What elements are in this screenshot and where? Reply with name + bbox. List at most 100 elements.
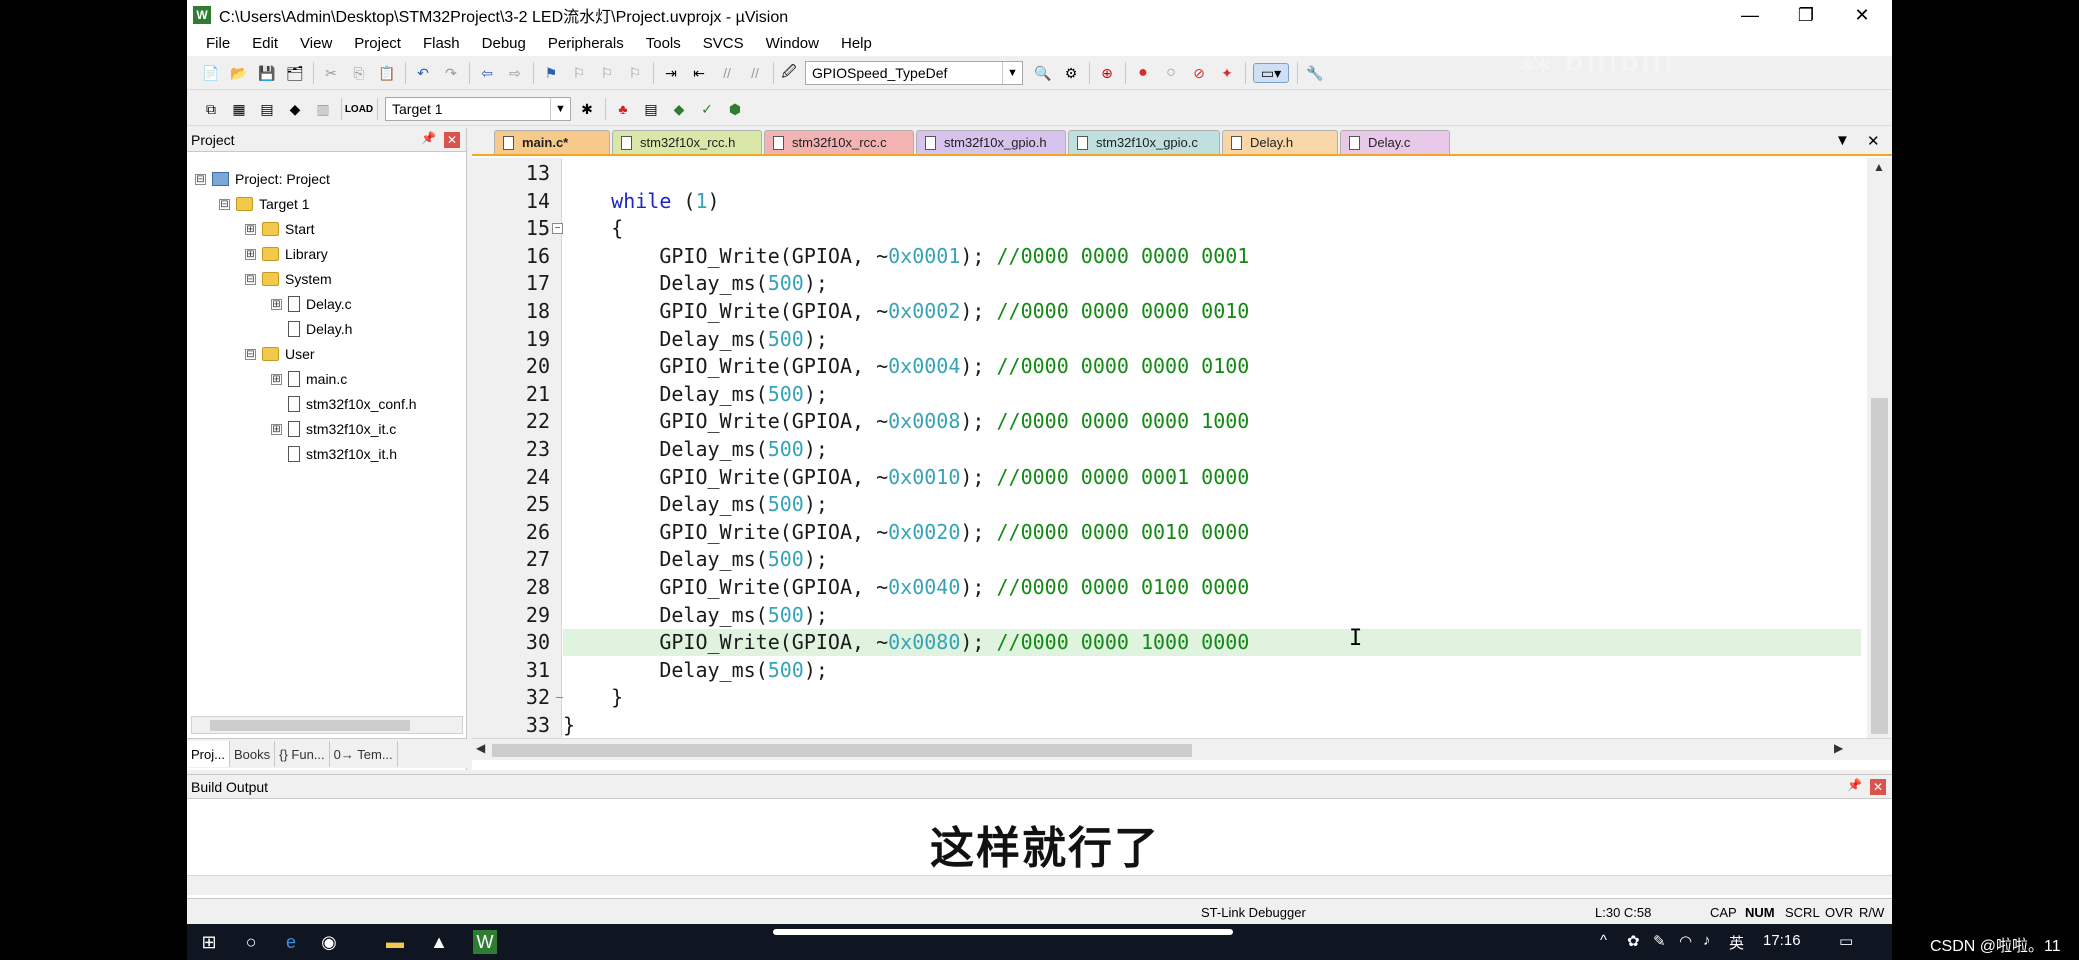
menu-project[interactable]: Project bbox=[343, 35, 412, 52]
code-area[interactable]: while (1) { GPIO_Write(GPIOA, ~0x0001); … bbox=[563, 158, 1861, 752]
file-tab[interactable]: stm32f10x_rcc.c bbox=[764, 130, 914, 154]
window-layout-icon[interactable]: ▭▾ bbox=[1253, 63, 1289, 83]
code-line[interactable]: Delay_ms(500); bbox=[563, 436, 1861, 463]
tree-item[interactable]: ⊟ System bbox=[245, 268, 332, 290]
code-line[interactable]: GPIO_Write(GPIOA, ~0x0004); //0000 0000 … bbox=[563, 353, 1861, 380]
uncomment-icon[interactable]: // bbox=[745, 63, 765, 83]
scroll-right-icon[interactable]: ▶ bbox=[1834, 741, 1843, 755]
wrench-icon[interactable]: 🔧 bbox=[1305, 63, 1325, 83]
code-line[interactable]: Delay_ms(500); bbox=[563, 602, 1861, 629]
menu-window[interactable]: Window bbox=[755, 35, 830, 52]
download-icon[interactable]: LOAD bbox=[345, 99, 373, 119]
restore-button[interactable]: ❐ bbox=[1778, 0, 1834, 30]
run-time-env-icon[interactable]: ✓ bbox=[697, 99, 717, 119]
code-line[interactable]: Delay_ms(500); bbox=[563, 657, 1861, 684]
collapse-icon[interactable]: ⊟ bbox=[245, 348, 256, 360]
debug-session-icon[interactable]: ⊕ bbox=[1097, 63, 1117, 83]
scroll-up-icon[interactable]: ▲ bbox=[1873, 160, 1885, 174]
tree-item[interactable]: ⊟ Target 1 bbox=[219, 193, 310, 215]
code-line[interactable]: GPIO_Write(GPIOA, ~0x0002); //0000 0000 … bbox=[563, 298, 1861, 325]
nav-back-icon[interactable]: ⇦ bbox=[477, 63, 497, 83]
build-icon[interactable]: ▦ bbox=[229, 99, 249, 119]
tree-item[interactable]: ⊞ Delay.c bbox=[271, 293, 352, 315]
menu-help[interactable]: Help bbox=[830, 35, 883, 52]
kill-breakpoints-icon[interactable]: ⊘ bbox=[1189, 63, 1209, 83]
select-packs-icon[interactable]: ▤ bbox=[641, 99, 661, 119]
code-line[interactable]: Delay_ms(500); bbox=[563, 546, 1861, 573]
tab-list-icon[interactable]: ▼ bbox=[1835, 132, 1850, 149]
close-editor-icon[interactable]: ✕ bbox=[1867, 132, 1880, 150]
close-button[interactable]: ✕ bbox=[1834, 0, 1890, 30]
tree-item[interactable]: stm32f10x_it.h bbox=[271, 443, 397, 465]
scroll-left-icon[interactable]: ◀ bbox=[476, 741, 485, 755]
project-scrollbar[interactable] bbox=[191, 716, 463, 734]
target-combo[interactable]: Target 1 ▼ bbox=[385, 97, 571, 121]
notification-icon[interactable]: ▭ bbox=[1839, 932, 1853, 950]
video-progress-bar[interactable] bbox=[773, 929, 1233, 935]
panel-tab[interactable]: 0→ Tem... bbox=[330, 741, 398, 767]
file-tab[interactable]: stm32f10x_gpio.c bbox=[1068, 130, 1220, 154]
pack-installer-icon[interactable]: ◆ bbox=[669, 99, 689, 119]
bookmark-icon[interactable]: ⚑ bbox=[541, 63, 561, 83]
close-icon[interactable]: ✕ bbox=[1870, 779, 1886, 795]
tray-app-icon[interactable]: ✿ bbox=[1627, 932, 1640, 950]
undo-icon[interactable]: ↶ bbox=[413, 63, 433, 83]
configure-icon[interactable]: ⚙ bbox=[1061, 63, 1081, 83]
code-line[interactable]: GPIO_Write(GPIOA, ~0x0080); //0000 0000 … bbox=[563, 629, 1861, 657]
search-icon[interactable]: ○ bbox=[239, 930, 263, 954]
file-tab[interactable]: main.c* bbox=[494, 130, 610, 154]
minimize-button[interactable]: — bbox=[1722, 0, 1778, 30]
code-line[interactable]: GPIO_Write(GPIOA, ~0x0001); //0000 0000 … bbox=[563, 243, 1861, 270]
code-line[interactable]: Delay_ms(500); bbox=[563, 326, 1861, 353]
code-line[interactable]: GPIO_Write(GPIOA, ~0x0040); //0000 0000 … bbox=[563, 574, 1861, 601]
wifi-icon[interactable]: ◠ bbox=[1679, 932, 1692, 950]
collapse-icon[interactable]: ⊟ bbox=[219, 198, 230, 210]
code-line[interactable]: Delay_ms(500); bbox=[563, 491, 1861, 518]
windows-start-icon[interactable]: ⊞ bbox=[197, 930, 221, 954]
tree-item[interactable]: Delay.h bbox=[271, 318, 352, 340]
expand-icon[interactable]: ⊞ bbox=[245, 248, 256, 260]
chevron-down-icon[interactable]: ▼ bbox=[550, 98, 570, 120]
close-icon[interactable]: ✕ bbox=[444, 132, 460, 148]
expand-icon[interactable]: ⊞ bbox=[271, 423, 282, 435]
chevron-down-icon[interactable]: ▼ bbox=[1002, 62, 1022, 84]
tray-chevron-icon[interactable]: ^ bbox=[1600, 932, 1607, 949]
pin-icon[interactable]: 📌 bbox=[1847, 778, 1862, 792]
menu-view[interactable]: View bbox=[289, 35, 343, 52]
file-tab[interactable]: stm32f10x_rcc.h bbox=[612, 130, 762, 154]
file-tab[interactable]: Delay.h bbox=[1222, 130, 1338, 154]
tree-item[interactable]: ⊞ Library bbox=[245, 243, 328, 265]
pin-icon[interactable]: 📌 bbox=[421, 131, 436, 145]
expand-icon[interactable]: ⊞ bbox=[271, 298, 282, 310]
manage-project-items-icon[interactable]: ♣ bbox=[613, 99, 633, 119]
indent-icon[interactable]: ⇥ bbox=[661, 63, 681, 83]
ime-indicator[interactable]: 英 bbox=[1729, 932, 1744, 953]
code-line[interactable]: GPIO_Write(GPIOA, ~0x0008); //0000 0000 … bbox=[563, 408, 1861, 435]
volume-icon[interactable]: ♪ bbox=[1703, 932, 1711, 949]
expand-icon[interactable]: ⊞ bbox=[245, 223, 256, 235]
kill-all-breakpoints-icon[interactable]: ✦ bbox=[1217, 63, 1237, 83]
code-line[interactable]: Delay_ms(500); bbox=[563, 270, 1861, 297]
code-line[interactable]: GPIO_Write(GPIOA, ~0x0010); //0000 0000 … bbox=[563, 464, 1861, 491]
redo-icon[interactable]: ↷ bbox=[441, 63, 461, 83]
pen-icon[interactable]: ✎ bbox=[1653, 932, 1666, 950]
prev-bookmark-icon[interactable]: ⚐ bbox=[569, 63, 589, 83]
tree-item[interactable]: ⊞ stm32f10x_it.c bbox=[271, 418, 396, 440]
code-line[interactable] bbox=[563, 160, 1861, 187]
function-combo[interactable]: GPIOSpeed_TypeDef ▼ bbox=[805, 61, 1023, 85]
manage-components-icon[interactable]: ⬢ bbox=[725, 99, 745, 119]
file-explorer-icon[interactable]: ▬ bbox=[383, 930, 407, 954]
save-all-icon[interactable]: 🗂 bbox=[285, 63, 305, 83]
tree-item[interactable]: ⊟ Project: Project bbox=[195, 168, 330, 190]
disable-breakpoint-icon[interactable]: ○ bbox=[1161, 63, 1181, 83]
panel-tab[interactable]: Proj... bbox=[187, 741, 230, 767]
cut-icon[interactable]: ✂ bbox=[321, 63, 341, 83]
breakpoint-icon[interactable]: ● bbox=[1133, 63, 1153, 83]
paste-icon[interactable]: 📋 bbox=[377, 63, 397, 83]
horizontal-scrollbar[interactable]: ◀ ▶ bbox=[472, 738, 1892, 760]
menu-debug[interactable]: Debug bbox=[471, 35, 537, 52]
expand-icon[interactable]: ⊞ bbox=[271, 373, 282, 385]
open-file-icon[interactable]: 📂 bbox=[229, 63, 249, 83]
panel-tab[interactable]: {} Fun... bbox=[275, 741, 330, 767]
find-in-files-icon[interactable]: 🖉 bbox=[779, 63, 799, 83]
